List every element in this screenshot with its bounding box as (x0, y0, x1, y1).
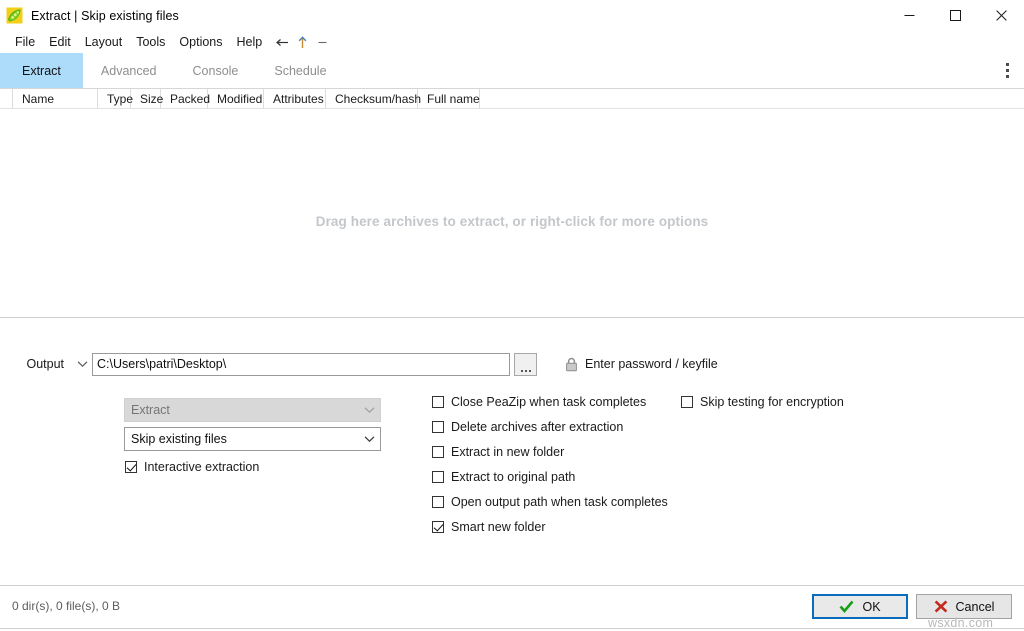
window-title: Extract | Skip existing files (31, 8, 179, 23)
padlock-icon (565, 357, 578, 372)
up-arrow-icon[interactable] (293, 33, 311, 51)
browse-output-path-button[interactable] (514, 352, 537, 376)
tab-advanced[interactable]: Advanced (83, 53, 175, 88)
tab-advanced-label: Advanced (100, 63, 157, 78)
output-history-chevron-down-icon[interactable] (72, 360, 92, 368)
output-path-row: Output Enter password / keyfile (0, 351, 1024, 377)
checkbox-close-peazip-when-task-completes[interactable]: Close PeaZip when task completes (432, 395, 646, 409)
column-header-full-name[interactable]: Full name (418, 89, 480, 108)
green-check-icon (839, 600, 854, 613)
tab-extract[interactable]: Extract (0, 53, 83, 88)
menu-file[interactable]: File (8, 33, 42, 51)
column-header-size[interactable]: Size (131, 89, 163, 108)
output-label: Output (26, 357, 64, 371)
menu-tools[interactable]: Tools (129, 33, 172, 51)
ok-button-label: OK (862, 599, 881, 614)
checkbox-extract-to-original-path[interactable]: Extract to original path (432, 470, 575, 484)
file-list-column-headers: Name Type Size Packed Modified Attribute… (0, 89, 1024, 109)
tab-bar: Extract Advanced Console Schedule (0, 53, 1024, 89)
enter-password-keyfile-label: Enter password / keyfile (585, 357, 718, 371)
window-controls (886, 0, 1024, 31)
menu-help[interactable]: Help (230, 33, 270, 51)
menu-bar: File Edit Layout Tools Options Help (0, 31, 1024, 53)
ok-button[interactable]: OK (812, 594, 908, 619)
peazip-extract-window: Extract | Skip existing files File Edit … (0, 0, 1024, 631)
checkbox-skip-testing-for-encryption-box[interactable] (681, 396, 693, 408)
checkbox-smart-new-folder-label: Smart new folder (451, 520, 546, 534)
tab-schedule-label: Schedule (274, 63, 327, 78)
menu-edit[interactable]: Edit (42, 33, 78, 51)
checkbox-open-output-path-when-task-completes-box[interactable] (432, 496, 444, 508)
column-header-modified[interactable]: Modified (208, 89, 264, 108)
peazip-pea-icon (6, 7, 23, 24)
close-button[interactable] (978, 0, 1024, 31)
checkbox-extract-in-new-folder-label: Extract in new folder (451, 445, 565, 459)
cancel-button-label: Cancel (955, 599, 995, 614)
chevron-down-icon (358, 406, 380, 414)
checkbox-open-output-path-when-task-completes-label: Open output path when task completes (451, 495, 668, 509)
checkbox-extract-in-new-folder-box[interactable] (432, 446, 444, 458)
minimize-button[interactable] (886, 0, 932, 31)
checkbox-extract-to-original-path-box[interactable] (432, 471, 444, 483)
checkbox-close-peazip-when-task-completes-label: Close PeaZip when task completes (451, 395, 647, 409)
tab-console-label: Console (192, 63, 239, 78)
checkbox-close-peazip-when-task-completes-box[interactable] (432, 396, 444, 408)
archive-drop-area[interactable]: Drag here archives to extract, or right-… (0, 109, 1024, 317)
status-summary: 0 dir(s), 0 file(s), 0 B (12, 599, 121, 613)
checkbox-delete-archives-after-extraction-box[interactable] (432, 421, 444, 433)
tab-console[interactable]: Console (175, 53, 257, 88)
checkbox-skip-testing-for-encryption[interactable]: Skip testing for encryption (681, 395, 844, 409)
checkbox-open-output-path-when-task-completes[interactable]: Open output path when task completes (432, 495, 668, 509)
checkbox-interactive-extraction[interactable]: Interactive extraction (125, 460, 259, 474)
checkbox-interactive-extraction-box[interactable] (125, 461, 137, 473)
enter-password-keyfile-button[interactable]: Enter password / keyfile (565, 357, 718, 372)
menu-options[interactable]: Options (172, 33, 229, 51)
column-header-checksum-hash[interactable]: Checksum/hash (326, 89, 421, 108)
column-header-attributes[interactable]: Attributes (264, 89, 326, 108)
title-bar: Extract | Skip existing files (0, 0, 1024, 31)
checkbox-skip-testing-for-encryption-label: Skip testing for encryption (700, 395, 844, 409)
checkbox-delete-archives-after-extraction[interactable]: Delete archives after extraction (432, 420, 623, 434)
extraction-action-select: Extract (124, 398, 381, 422)
menu-layout[interactable]: Layout (78, 33, 130, 51)
checkbox-interactive-extraction-label: Interactive extraction (144, 460, 260, 474)
back-arrow-icon[interactable] (273, 33, 291, 51)
column-header-packed[interactable]: Packed (161, 89, 210, 108)
extraction-action-value: Extract (131, 403, 170, 417)
red-x-icon (934, 600, 948, 613)
tab-schedule[interactable]: Schedule (256, 53, 344, 88)
column-header-type[interactable]: Type (98, 89, 133, 108)
maximize-button[interactable] (932, 0, 978, 31)
extraction-options-panel: Output Enter password / keyfile Extra (0, 317, 1024, 585)
dash-icon[interactable] (313, 33, 331, 51)
kebab-menu-icon[interactable] (990, 53, 1024, 88)
navigation-icons (273, 33, 331, 51)
checkbox-smart-new-folder-box[interactable] (432, 521, 444, 533)
status-bar: 0 dir(s), 0 file(s), 0 B OK Cancel wsxdn… (0, 585, 1024, 631)
checkbox-extract-to-original-path-label: Extract to original path (451, 470, 576, 484)
existing-files-policy-select[interactable]: Skip existing files (124, 427, 381, 451)
checkbox-extract-in-new-folder[interactable]: Extract in new folder (432, 445, 564, 459)
column-header-name[interactable]: Name (12, 89, 98, 108)
existing-files-policy-value: Skip existing files (131, 432, 227, 446)
tab-extract-label: Extract (22, 63, 61, 78)
checkbox-smart-new-folder[interactable]: Smart new folder (432, 520, 545, 534)
checkbox-delete-archives-after-extraction-label: Delete archives after extraction (451, 420, 624, 434)
output-path-input[interactable] (92, 352, 510, 376)
chevron-down-icon[interactable] (358, 435, 380, 443)
drop-area-message: Drag here archives to extract, or right-… (315, 214, 709, 229)
